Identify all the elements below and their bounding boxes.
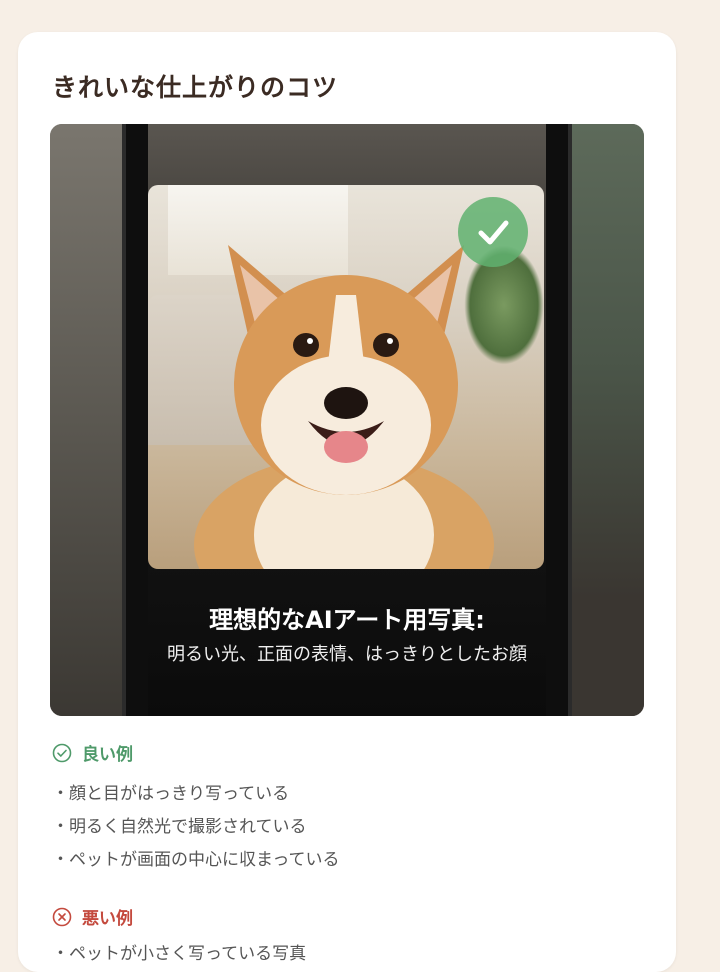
corgi-photo [148,185,544,569]
tips-card: きれいな仕上がりのコツ 理想的なAIアート用写真: 明るい光、正面の表情、はっき… [18,32,676,972]
list-item: ・ペットが小さく写っている写真 [52,944,307,964]
list-item: ・顔と目がはっきり写っている [52,784,290,804]
good-example-list: ・顔と目がはっきり写っている ・明るく自然光で撮影されている ・ペットが画面の中… [52,778,339,877]
check-circle-icon [52,743,72,762]
good-example-heading: 良い例 [52,740,133,765]
list-item: ・ペットが画面の中心に収まっている [52,850,340,870]
bad-example-label: 悪い例 [82,909,133,929]
example-photo: 理想的なAIアート用写真: 明るい光、正面の表情、はっきりとしたお顔 [50,124,644,716]
card-title: きれいな仕上がりのコツ [52,73,339,102]
photo-caption-subtitle: 明るい光、正面の表情、はっきりとしたお顔 [167,644,527,665]
approved-badge [458,197,528,267]
bad-example-heading: 悪い例 [52,904,133,929]
photo-caption-title: 理想的なAIアート用写真: [209,606,485,634]
good-example-label: 良い例 [82,745,133,765]
bad-example-list: ・ペットが小さく写っている写真 [52,938,306,971]
x-circle-icon [52,907,72,926]
check-icon [478,220,509,245]
list-item: ・明るく自然光で撮影されている [52,817,307,837]
